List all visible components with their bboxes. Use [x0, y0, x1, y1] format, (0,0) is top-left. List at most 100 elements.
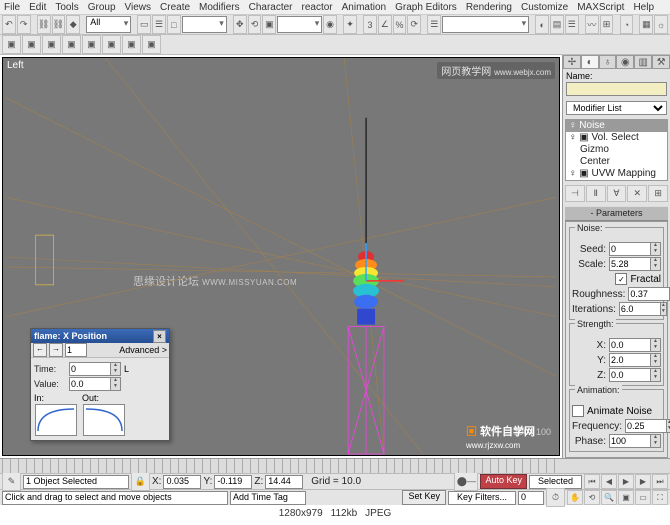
pan-icon[interactable]: ✋ [567, 490, 583, 505]
align-icon[interactable]: ▤ [550, 15, 564, 34]
out-tangent-button[interactable] [83, 404, 125, 436]
setkey-icon[interactable]: ⬤— [454, 472, 478, 491]
iter-spinner[interactable]: ▲▼ [661, 302, 667, 316]
manip-icon[interactable]: ✦ [343, 15, 357, 34]
menu-file[interactable]: File [4, 2, 20, 13]
reactor-icon[interactable]: ▣ [122, 35, 141, 54]
stack-gizmo[interactable]: Gizmo [566, 144, 667, 156]
prev-frame-icon[interactable]: ◀ [601, 474, 617, 489]
menu-grapheditors[interactable]: Graph Editors [395, 2, 457, 13]
reactor-icon[interactable]: ▣ [102, 35, 121, 54]
center-icon[interactable]: ◉ [323, 15, 337, 34]
goto-start-icon[interactable]: ⏮ [584, 474, 600, 489]
object-name-field[interactable] [566, 82, 667, 96]
scale-field[interactable] [609, 257, 651, 271]
min-max-icon[interactable]: ⛶ [652, 490, 668, 505]
z-field[interactable]: 14.44 [265, 475, 303, 489]
lock-icon[interactable]: 🔒 [131, 472, 150, 491]
spinner-snap-icon[interactable]: ⟳ [407, 15, 421, 34]
y-field[interactable]: -0.119 [214, 475, 252, 489]
phase-field[interactable] [609, 434, 651, 448]
phase-spinner[interactable]: ▲▼ [651, 434, 661, 448]
layers-icon[interactable]: ☰ [565, 15, 579, 34]
lock-time-icon[interactable]: L [124, 364, 129, 374]
fov-icon[interactable]: ▭ [635, 490, 651, 505]
zoom-icon[interactable]: 🔍 [601, 490, 617, 505]
str-y-field[interactable] [609, 353, 651, 367]
make-unique-icon[interactable]: ∀ [607, 185, 627, 202]
reactor-icon[interactable]: ▣ [22, 35, 41, 54]
dialog-titlebar[interactable]: flame: X Position × [31, 329, 169, 343]
stack-lathe[interactable]: ♀ ▣ Lathe [566, 180, 667, 181]
select-rect-icon[interactable]: □ [167, 15, 181, 34]
goto-end-icon[interactable]: ⏭ [652, 474, 668, 489]
time-tag[interactable]: Add Time Tag [230, 491, 306, 505]
fractal-checkbox[interactable]: ✓ [615, 273, 627, 285]
curve-editor-icon[interactable]: 〰 [585, 15, 599, 34]
reactor-icon[interactable]: ▣ [62, 35, 81, 54]
arc-rotate-icon[interactable]: ⟲ [584, 490, 600, 505]
str-x-spinner[interactable]: ▲▼ [651, 338, 661, 352]
selection-filter[interactable]: All [86, 16, 131, 33]
next-key-icon[interactable]: → [49, 343, 63, 357]
prev-key-icon[interactable]: ← [33, 343, 47, 357]
tab-modify-icon[interactable]: ◐ [581, 55, 599, 69]
menu-modifiers[interactable]: Modifiers [199, 2, 240, 13]
reactor-icon[interactable]: ▣ [82, 35, 101, 54]
seed-field[interactable] [609, 242, 651, 256]
render-scene-icon[interactable]: ▦ [639, 15, 653, 34]
rollout-parameters[interactable]: - Parameters [565, 206, 668, 221]
menu-maxscript[interactable]: MAXScript [577, 2, 624, 13]
show-result-icon[interactable]: Ⅱ [586, 185, 606, 202]
quick-render-icon[interactable]: ☼ [654, 15, 668, 34]
named-sel-set[interactable] [442, 16, 529, 33]
time-spinner[interactable]: ▲▼ [111, 362, 121, 376]
menu-character[interactable]: Character [249, 2, 293, 13]
mirror-icon[interactable]: ◐ [535, 15, 549, 34]
menu-tools[interactable]: Tools [55, 2, 78, 13]
iter-field[interactable] [619, 302, 661, 316]
tab-utilities-icon[interactable]: ⚒ [652, 55, 670, 69]
pct-snap-icon[interactable]: % [393, 15, 407, 34]
menu-help[interactable]: Help [633, 2, 654, 13]
mat-editor-icon[interactable]: ◔ [620, 15, 634, 34]
x-field[interactable]: 0.035 [163, 475, 201, 489]
modifier-list[interactable]: Modifier List [566, 101, 667, 115]
pin-stack-icon[interactable]: ⊣ [565, 185, 585, 202]
menu-edit[interactable]: Edit [29, 2, 46, 13]
rough-field[interactable] [628, 287, 670, 301]
freq-field[interactable] [625, 419, 667, 433]
value-spinner[interactable]: ▲▼ [111, 377, 121, 391]
select-scale-icon[interactable]: ▣ [262, 15, 276, 34]
stack-volselect[interactable]: ♀ ▣ Vol. Select [566, 132, 667, 144]
redo-icon[interactable]: ↷ [17, 15, 31, 34]
menu-rendering[interactable]: Rendering [466, 2, 512, 13]
ref-coord[interactable] [277, 16, 322, 33]
selected-set[interactable]: Selected [529, 475, 582, 489]
setkey-button[interactable]: Set Key [402, 490, 446, 505]
animate-noise-checkbox[interactable] [572, 405, 584, 417]
schematic-icon[interactable]: ⊞ [600, 15, 614, 34]
str-x-field[interactable] [609, 338, 651, 352]
key-info-dialog[interactable]: flame: X Position × ← → Advanced > Time:… [30, 328, 170, 441]
unlink-icon[interactable]: ⛓ [52, 15, 66, 34]
undo-icon[interactable]: ↶ [2, 15, 16, 34]
advanced-toggle[interactable]: Advanced > [119, 345, 167, 355]
select-name-icon[interactable]: ☰ [152, 15, 166, 34]
autokey-button[interactable]: Auto Key [480, 474, 527, 489]
tab-hierarchy-icon[interactable]: ♁ [599, 55, 617, 69]
seed-spinner[interactable]: ▲▼ [651, 242, 661, 256]
menu-create[interactable]: Create [160, 2, 190, 13]
tab-display-icon[interactable]: ▥ [634, 55, 652, 69]
select-icon[interactable]: ▭ [137, 15, 151, 34]
modifier-stack[interactable]: ♀ Noise ♀ ▣ Vol. Select Gizmo Center ♀ ▣… [565, 119, 668, 181]
bind-icon[interactable]: ◆ [66, 15, 80, 34]
play-icon[interactable]: ▶ [618, 474, 634, 489]
tab-create-icon[interactable]: ✢ [563, 55, 581, 69]
reactor-icon[interactable]: ▣ [42, 35, 61, 54]
menu-reactor[interactable]: reactor [302, 2, 333, 13]
tab-motion-icon[interactable]: ◉ [616, 55, 634, 69]
link-icon[interactable]: ⛓ [37, 15, 51, 34]
zoom-ext-icon[interactable]: ▣ [618, 490, 634, 505]
configure-icon[interactable]: ⊞ [648, 185, 668, 202]
